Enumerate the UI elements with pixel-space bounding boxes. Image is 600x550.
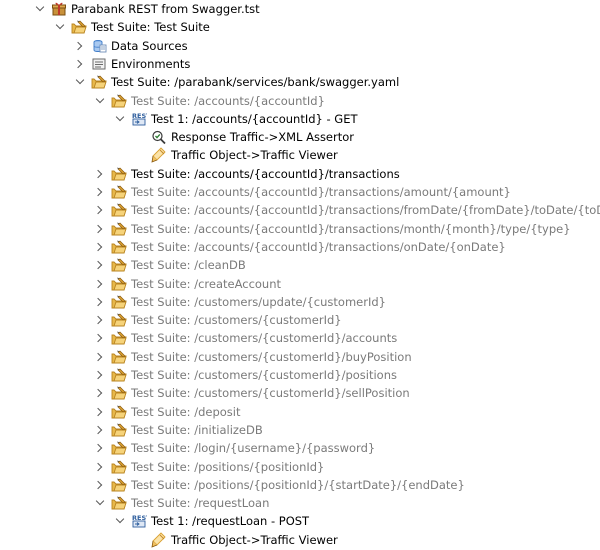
tree-item-label: Test Suite: Test Suite: [91, 20, 210, 35]
chevron-right-icon[interactable]: [93, 183, 107, 201]
chevron-down-icon[interactable]: [93, 92, 107, 110]
tree-item-label: Test Suite: /customers/update/{customerI…: [131, 294, 386, 309]
tree-item-label: Test Suite: /customers/{customerId}: [131, 313, 342, 328]
tree-item-label: Test Suite: /accounts/{accountId}/transa…: [131, 203, 600, 218]
chevron-down-icon[interactable]: [73, 73, 87, 91]
test-suite-icon: [111, 404, 127, 420]
xml-assertor-icon: [151, 129, 167, 145]
chevron-down-icon[interactable]: [53, 18, 67, 36]
traffic-viewer-icon: [151, 147, 167, 164]
data-sources-icon: [91, 38, 107, 54]
test-suite-icon: [111, 294, 127, 310]
test-suite-icon: [111, 495, 127, 511]
test-suite-icon: [71, 19, 87, 35]
tree-item-label: Test Suite: /deposit: [131, 404, 241, 419]
chevron-right-icon[interactable]: [93, 220, 107, 238]
chevron-right-icon[interactable]: [93, 293, 107, 311]
tree-item-label: Test Suite: /parabank/services/bank/swag…: [111, 75, 400, 90]
tree-item-label: Traffic Object->Traffic Viewer: [171, 148, 338, 163]
test-file-icon: [51, 1, 67, 17]
chevron-right-icon[interactable]: [93, 165, 107, 183]
rest-icon: REST: [131, 111, 147, 127]
chevron-down-icon[interactable]: [113, 110, 127, 128]
tree-item-label: Data Sources: [111, 38, 188, 53]
test-suite-icon: [111, 422, 127, 438]
test-suite-icon: [111, 239, 127, 255]
tree-item-label: Test Suite: /accounts/{accountId}/transa…: [131, 221, 571, 236]
test-suite-icon: [111, 257, 127, 273]
chevron-right-icon[interactable]: [93, 348, 107, 366]
chevron-right-icon[interactable]: [93, 311, 107, 329]
tree-item-label: Test Suite: /login/{username}/{password}: [131, 441, 376, 456]
chevron-down-icon[interactable]: [93, 494, 107, 512]
chevron-right-icon[interactable]: [93, 238, 107, 256]
test-suite-icon: [111, 349, 127, 365]
tree-item-label: Test 1: /accounts/{accountId} - GET: [151, 111, 358, 126]
tree-item-label: Test Suite: /accounts/{accountId}/transa…: [131, 166, 400, 181]
test-suite-icon: [111, 440, 127, 456]
chevron-down-icon[interactable]: [33, 0, 47, 18]
chevron-right-icon[interactable]: [93, 421, 107, 439]
test-suite-icon: [111, 477, 127, 493]
traffic-viewer-icon: [151, 532, 167, 548]
tree-item-label: Test Suite: /customers/{customerId}/sell…: [131, 386, 410, 401]
test-suite-icon: [111, 93, 127, 109]
tree-item-label: Test Suite: /accounts/{accountId}: [131, 93, 325, 108]
test-suite-icon: [111, 330, 127, 346]
tree-item-label: Parabank REST from Swagger.tst: [71, 2, 260, 16]
test-suite-icon: [111, 459, 127, 475]
test-suite-icon: [91, 74, 107, 90]
tree-item-label: Test Suite: /accounts/{accountId}/transa…: [131, 185, 511, 199]
chevron-right-icon[interactable]: [93, 366, 107, 384]
test-suite-icon: [111, 385, 127, 401]
tree-item-label: Test Suite: /createAccount: [131, 276, 282, 291]
test-suite-icon: [111, 166, 127, 182]
tree-item-label: Test Suite: /customers/{customerId}/buyP…: [131, 349, 412, 364]
chevron-right-icon[interactable]: [93, 329, 107, 347]
test-suite-icon: [111, 312, 127, 328]
tree-item-label: Response Traffic->XML Assertor: [171, 130, 355, 145]
tree-item-label: Test Suite: /customers/{customerId}/posi…: [131, 368, 397, 382]
chevron-down-icon[interactable]: [113, 512, 127, 530]
rest-icon: REST: [131, 513, 147, 529]
environments-icon: [91, 56, 107, 72]
test-suite-icon: [111, 221, 127, 237]
tree-item-label: Test Suite: /positions/{positionId}/{sta…: [131, 477, 465, 492]
test-suite-icon: [111, 202, 127, 218]
chevron-right-icon[interactable]: [93, 256, 107, 274]
tree-item-label: Test Suite: /accounts/{accountId}/transa…: [131, 239, 506, 254]
chevron-right-icon[interactable]: [93, 201, 107, 219]
chevron-right-icon[interactable]: [93, 384, 107, 402]
project-tree: Parabank REST from Swagger.tst Test Suite…: [0, 0, 600, 550]
chevron-right-icon[interactable]: [93, 403, 107, 421]
tree-item-label: Test Suite: /requestLoan: [131, 496, 270, 511]
tree-item-label: Test Suite: /initializeDB: [131, 422, 263, 437]
tree-item-label: Traffic Object->Traffic Viewer: [171, 532, 338, 547]
chevron-right-icon[interactable]: [73, 55, 87, 73]
tree-item-label: Test Suite: /customers/{customerId}/acco…: [131, 331, 398, 346]
tree-item-label: Test 1: /requestLoan - POST: [151, 514, 310, 529]
chevron-right-icon[interactable]: [93, 458, 107, 476]
test-suite-icon: [111, 276, 127, 292]
chevron-right-icon[interactable]: [93, 476, 107, 494]
test-suite-icon: [111, 184, 127, 200]
tree-item-label: Environments: [111, 56, 191, 71]
chevron-right-icon[interactable]: [73, 37, 87, 55]
tree-item-label: Test Suite: /positions/{positionId}: [131, 459, 325, 474]
chevron-right-icon[interactable]: [93, 275, 107, 293]
tree-item-label: Test Suite: /cleanDB: [131, 258, 246, 273]
chevron-right-icon[interactable]: [93, 439, 107, 457]
test-suite-icon: [111, 367, 127, 383]
